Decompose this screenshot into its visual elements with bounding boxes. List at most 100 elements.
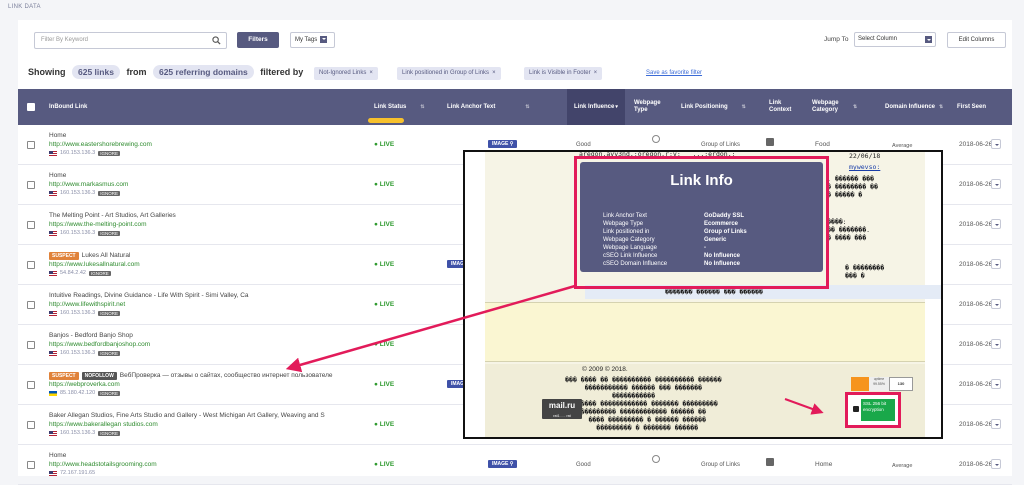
row-checkbox[interactable] (27, 461, 35, 469)
ignore-button[interactable]: IGNORE (89, 270, 111, 276)
link-url[interactable]: http://www.eastershorebrewing.com (49, 141, 152, 148)
row-checkbox[interactable] (27, 421, 35, 429)
link-meta: 160.153.136.3 IGNORE (49, 150, 120, 156)
row-menu-icon[interactable] (991, 139, 1001, 149)
status-live: ● LIVE (374, 181, 395, 188)
category-value: Food (815, 141, 830, 148)
link-title: Baker Allegan Studios, Fine Arts Studio … (49, 412, 325, 419)
sort-icon: ⇅ (741, 104, 746, 110)
row-menu-icon[interactable] (991, 419, 1001, 429)
nofollow-badge: NOFOLLOW (81, 372, 117, 380)
col-first-seen[interactable]: First Seen (957, 89, 1007, 125)
filter-chip[interactable]: Link is Visible in Footer × (524, 67, 603, 80)
close-icon[interactable]: × (492, 70, 496, 76)
anchor-image-badge[interactable]: IMAGE ⚲ (488, 140, 518, 148)
row-menu-icon[interactable] (991, 259, 1001, 269)
link-url[interactable]: https://webproverka.com (49, 381, 120, 388)
link-url[interactable]: http://www.markasmus.com (49, 181, 128, 188)
col-anchor[interactable]: Link Anchor Text ⇅ (447, 89, 562, 125)
first-seen-date: 2018-06-26 (959, 221, 993, 228)
link-url[interactable]: http://www.headstotailsgrooming.com (49, 461, 157, 468)
link-url[interactable]: https://www.bakerallegan studios.com (49, 421, 158, 428)
section-label: LINK DATA (8, 4, 41, 10)
row-checkbox[interactable] (27, 301, 35, 309)
ssl-text: SSL 256 bit encryption (861, 399, 895, 421)
ignore-button[interactable]: IGNORE (98, 310, 120, 316)
status-column-indicator (368, 118, 404, 123)
link-context-icon[interactable] (766, 458, 774, 466)
link-context-icon[interactable] (766, 138, 774, 146)
positioning-value: Group of Links (701, 462, 741, 468)
us-flag-icon (49, 150, 57, 156)
jump-to-select[interactable]: Select Column (854, 32, 936, 47)
col-positioning[interactable]: Link Positioning ⇅ (681, 89, 761, 125)
preview-link: mywevso: (849, 163, 881, 171)
link-url[interactable]: https://www.lukesallnatural.com (49, 261, 140, 268)
row-checkbox[interactable] (27, 261, 35, 269)
row-checkbox[interactable] (27, 141, 35, 149)
webpage-type-icon (652, 455, 660, 463)
row-menu-icon[interactable] (991, 379, 1001, 389)
preview-text: � �������� ��� � (845, 264, 885, 280)
save-favorite-link[interactable]: Save as favorite filter (646, 70, 702, 76)
lock-icon (853, 406, 859, 412)
link-url[interactable]: https://www.the-melting-point.com (49, 221, 147, 228)
field-key: cSEO Domain Influence (603, 261, 668, 267)
my-tags-dropdown[interactable]: My Tags (290, 32, 335, 48)
anchor-image-badge[interactable]: IMAGE ⚲ (488, 460, 518, 468)
status-live: ● LIVE (374, 461, 395, 468)
ignore-button[interactable]: IGNORE (98, 150, 120, 156)
showing-label: Showing (28, 67, 66, 77)
link-url[interactable]: http://www.lifewithspirit.net (49, 301, 125, 308)
row-menu-icon[interactable] (991, 219, 1001, 229)
results-summary: Showing 625 links from 625 referring dom… (28, 65, 303, 79)
col-influence[interactable]: Link Influence ▾ (567, 89, 625, 125)
ignore-button[interactable]: IGNORE (98, 230, 120, 236)
col-label: Link Anchor Text (447, 104, 496, 110)
table-row[interactable]: Home http://www.headstotailsgrooming.com… (18, 445, 1012, 485)
ignore-button[interactable]: IGNORE (98, 390, 120, 396)
category-value: Home (815, 461, 833, 468)
filter-chip[interactable]: Not-Ignored Links × (314, 67, 378, 80)
row-menu-icon[interactable] (991, 459, 1001, 469)
influence-value: Good (576, 142, 591, 148)
link-url[interactable]: https://www.bedfordbanjoshop.com (49, 341, 150, 348)
col-webpage-type[interactable]: Webpage Type (634, 89, 674, 125)
webpage-type-icon (652, 135, 660, 143)
first-seen-date: 2018-06-26 (959, 381, 993, 388)
table-header: InBound Link Link Status ⇅ Link Anchor Te… (18, 89, 1012, 125)
ignore-button[interactable]: IGNORE (98, 350, 120, 356)
row-menu-icon[interactable] (991, 339, 1001, 349)
close-icon[interactable]: × (594, 70, 598, 76)
jump-to-label: Jump To (824, 36, 849, 43)
row-menu-icon[interactable] (991, 299, 1001, 309)
preview-text: ������� ������ ��� ������ (665, 288, 763, 296)
col-domain-influence[interactable]: Domain Influence ⇅ (885, 89, 955, 125)
search-input[interactable]: Filter By Keyword (34, 32, 227, 49)
status-text: LIVE (379, 221, 395, 228)
ssl-badge[interactable]: SSL 256 bit encryption (850, 397, 896, 423)
row-checkbox[interactable] (27, 341, 35, 349)
edit-columns-button[interactable]: Edit Columns (947, 32, 1006, 48)
col-category[interactable]: Webpage Category ⇅ (812, 89, 872, 125)
first-seen-date: 2018-06-26 (959, 181, 993, 188)
field-key: Link positioned in (603, 229, 650, 235)
suspect-badge: SUSPECT (49, 372, 79, 380)
search-icon[interactable] (212, 36, 221, 45)
col-inbound[interactable]: InBound Link (49, 89, 349, 125)
close-icon[interactable]: × (369, 70, 373, 76)
col-context[interactable]: Link Context (769, 89, 807, 125)
filters-button[interactable]: Filters (237, 32, 279, 48)
row-checkbox[interactable] (27, 181, 35, 189)
filter-chip[interactable]: Link positioned in Group of Links × (397, 67, 501, 80)
link-meta: 72.167.191.65 (49, 470, 95, 476)
suspect-badge: SUSPECT (49, 252, 79, 260)
row-checkbox[interactable] (27, 381, 35, 389)
link-info-row: Link Anchor Text GoDaddy SSL (603, 212, 744, 220)
ignore-button[interactable]: IGNORE (98, 430, 120, 436)
row-menu-icon[interactable] (991, 179, 1001, 189)
row-checkbox[interactable] (27, 221, 35, 229)
select-all-checkbox[interactable] (27, 103, 35, 111)
ignore-button[interactable]: IGNORE (98, 190, 120, 196)
from-label: from (126, 67, 147, 77)
